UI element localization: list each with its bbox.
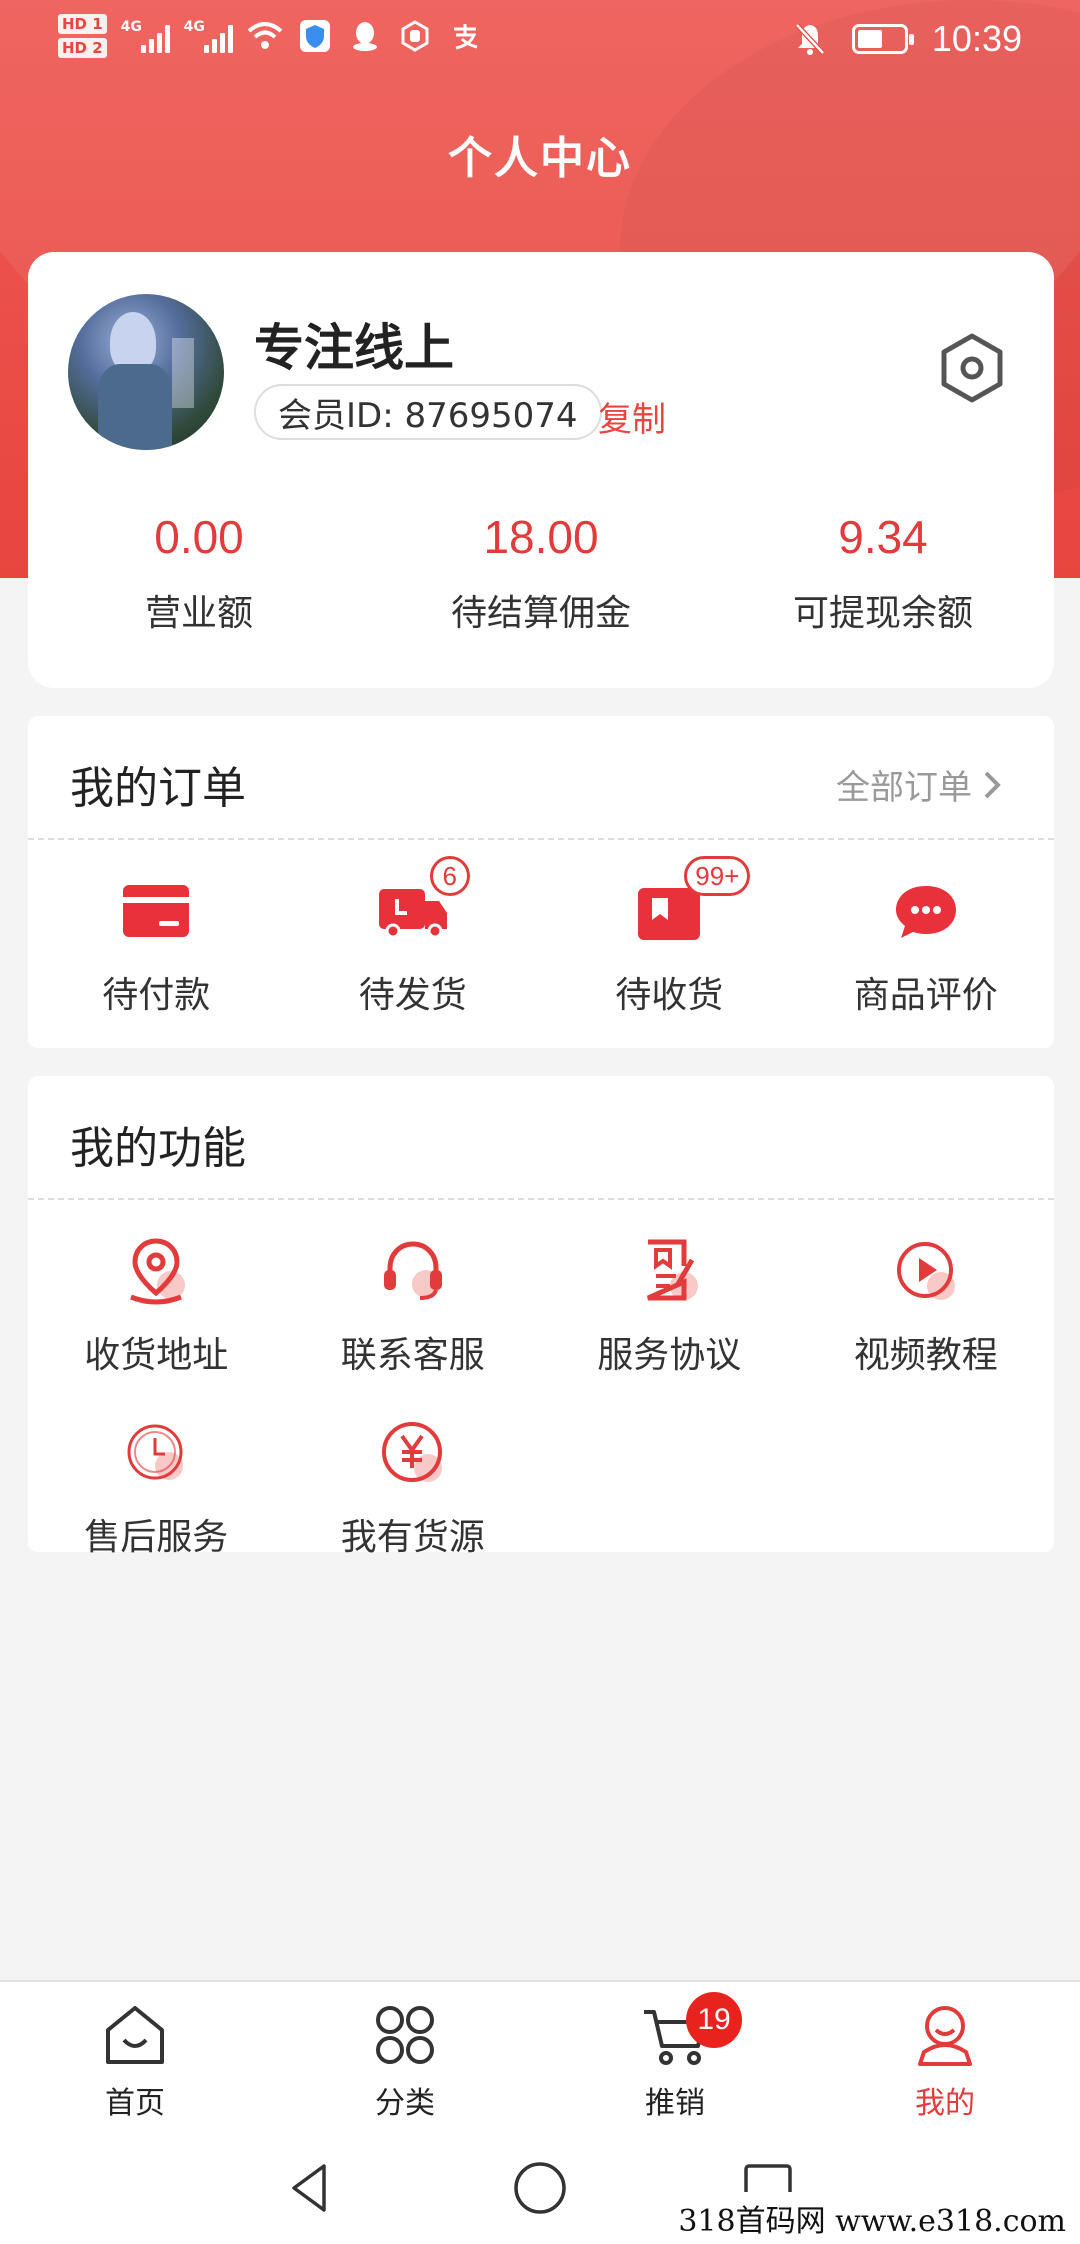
order-reviews[interactable]: 商品评价 bbox=[798, 866, 1055, 1018]
home-icon bbox=[100, 2000, 170, 2070]
truck-icon: 6 bbox=[368, 856, 470, 956]
hd-badge: HD 1 HD 2 bbox=[58, 14, 107, 58]
stat-value: 9.34 bbox=[838, 511, 928, 563]
status-bar: HD 1 HD 2 4G 4G 10:39 bbox=[0, 0, 1080, 80]
stat-label: 待结算佣金 bbox=[450, 593, 631, 634]
hd1-label: HD 1 bbox=[58, 14, 107, 34]
tab-label: 我的 bbox=[915, 2086, 975, 2121]
function-label: 收货地址 bbox=[84, 1335, 229, 1376]
function-label: 服务协议 bbox=[597, 1335, 742, 1376]
all-orders-label: 全部订单 bbox=[836, 768, 972, 808]
function-address[interactable]: 收货地址 bbox=[28, 1226, 285, 1378]
back-icon[interactable] bbox=[280, 2158, 340, 2218]
clock-icon bbox=[111, 1408, 201, 1498]
battery-icon bbox=[851, 24, 914, 54]
stat-label: 营业额 bbox=[144, 593, 253, 634]
tab-home[interactable]: 首页 bbox=[0, 1982, 270, 2130]
network-type-2: 4G bbox=[183, 19, 205, 35]
bottom-tab-bar: 首页 分类 19 推销 我的 bbox=[0, 1980, 1080, 2130]
functions-header: 我的功能 bbox=[28, 1076, 1054, 1200]
orders-panel: 我的订单 全部订单 待付款 6 待发货 99+ 待收货 商品评价 bbox=[28, 716, 1054, 1048]
stat-value: 0.00 bbox=[154, 511, 244, 563]
shield-icon bbox=[297, 18, 333, 54]
avatar[interactable] bbox=[68, 294, 224, 450]
location-icon bbox=[111, 1226, 201, 1316]
member-id-pill: 会员ID: 87695074 bbox=[254, 384, 602, 440]
stat-pending-commission[interactable]: 18.00 待结算佣金 bbox=[370, 510, 712, 636]
order-pending-receipt[interactable]: 99+ 待收货 bbox=[541, 856, 798, 1018]
signal-icon: 4G bbox=[184, 19, 233, 53]
box-icon: 99+ bbox=[624, 856, 751, 956]
chat-icon bbox=[881, 866, 971, 956]
tab-label: 推销 bbox=[645, 2086, 705, 2121]
function-label: 我有货源 bbox=[340, 1517, 485, 1558]
headset-icon bbox=[368, 1226, 458, 1316]
wifi-icon bbox=[247, 18, 283, 54]
chevron-right-icon bbox=[984, 771, 1001, 798]
function-customer-service[interactable]: 联系客服 bbox=[285, 1226, 542, 1378]
orders-grid: 待付款 6 待发货 99+ 待收货 商品评价 bbox=[28, 840, 1054, 1018]
order-pending-payment[interactable]: 待付款 bbox=[28, 866, 285, 1018]
orders-header: 我的订单 全部订单 bbox=[28, 716, 1054, 840]
mute-bell-icon bbox=[792, 21, 828, 57]
qq-icon bbox=[347, 18, 383, 54]
orders-title: 我的订单 bbox=[70, 763, 246, 814]
cart-count-badge: 19 bbox=[686, 1992, 742, 2048]
yen-icon bbox=[368, 1408, 458, 1498]
play-icon bbox=[881, 1226, 971, 1316]
grid-icon bbox=[370, 2000, 440, 2070]
document-icon bbox=[624, 1226, 714, 1316]
network-type-1: 4G bbox=[120, 19, 142, 35]
function-video-tutorial[interactable]: 视频教程 bbox=[798, 1226, 1055, 1378]
signal-icon: 4G bbox=[121, 19, 170, 53]
page-title: 个人中心 bbox=[448, 133, 632, 184]
stat-label: 可提现余额 bbox=[792, 593, 973, 634]
stat-revenue[interactable]: 0.00 营业额 bbox=[28, 510, 370, 636]
all-orders-link[interactable]: 全部订单 bbox=[836, 760, 1002, 809]
order-label: 待收货 bbox=[615, 975, 724, 1016]
functions-grid: 收货地址 联系客服 服务协议 视频教程 售后服务 我有货源 bbox=[28, 1200, 1054, 1560]
tab-mine[interactable]: 我的 bbox=[810, 1982, 1080, 2130]
username: 专注线上 bbox=[254, 319, 454, 377]
watermark-text: 318首码网 www.e318.com bbox=[670, 2192, 1074, 2244]
home-circle-icon[interactable] bbox=[510, 2158, 570, 2218]
system-nav-bar: 318首码网 www.e318.com bbox=[0, 2130, 1080, 2244]
order-pending-shipment[interactable]: 6 待发货 bbox=[285, 856, 542, 1018]
tab-label: 分类 bbox=[375, 2086, 435, 2121]
tab-label: 首页 bbox=[105, 2086, 165, 2121]
function-label: 视频教程 bbox=[853, 1335, 998, 1376]
profile-card: 专注线上 会员ID: 87695074 复制 0.00 营业额 18.00 待结… bbox=[28, 252, 1054, 688]
stat-value: 18.00 bbox=[483, 511, 599, 563]
function-after-sales[interactable]: 售后服务 bbox=[28, 1408, 285, 1560]
tab-category[interactable]: 分类 bbox=[270, 1982, 540, 2130]
card-icon bbox=[111, 866, 201, 956]
alipay-icon bbox=[447, 18, 483, 54]
function-supply-source[interactable]: 我有货源 bbox=[285, 1408, 542, 1560]
functions-panel: 我的功能 收货地址 联系客服 服务协议 视频教程 售后服务 我有货源 bbox=[28, 1076, 1054, 1558]
settings-icon[interactable] bbox=[934, 330, 1010, 406]
function-label: 联系客服 bbox=[340, 1335, 485, 1376]
function-service-agreement[interactable]: 服务协议 bbox=[541, 1226, 798, 1378]
order-label: 商品评价 bbox=[853, 975, 998, 1016]
hd2-label: HD 2 bbox=[58, 38, 107, 58]
order-label: 待发货 bbox=[358, 975, 467, 1016]
tab-promote[interactable]: 19 推销 bbox=[540, 1982, 810, 2130]
copy-button[interactable]: 复制 bbox=[598, 392, 666, 441]
hand-icon bbox=[397, 18, 433, 54]
order-count-badge: 6 bbox=[429, 856, 470, 896]
user-icon bbox=[910, 2000, 980, 2070]
clock-time: 10:39 bbox=[931, 18, 1022, 59]
order-label: 待付款 bbox=[102, 975, 211, 1016]
order-count-badge: 99+ bbox=[684, 856, 751, 896]
stats-row: 0.00 营业额 18.00 待结算佣金 9.34 可提现余额 bbox=[28, 510, 1054, 636]
functions-title: 我的功能 bbox=[70, 1123, 246, 1174]
function-label: 售后服务 bbox=[84, 1517, 229, 1558]
stat-withdrawable[interactable]: 9.34 可提现余额 bbox=[712, 510, 1054, 636]
